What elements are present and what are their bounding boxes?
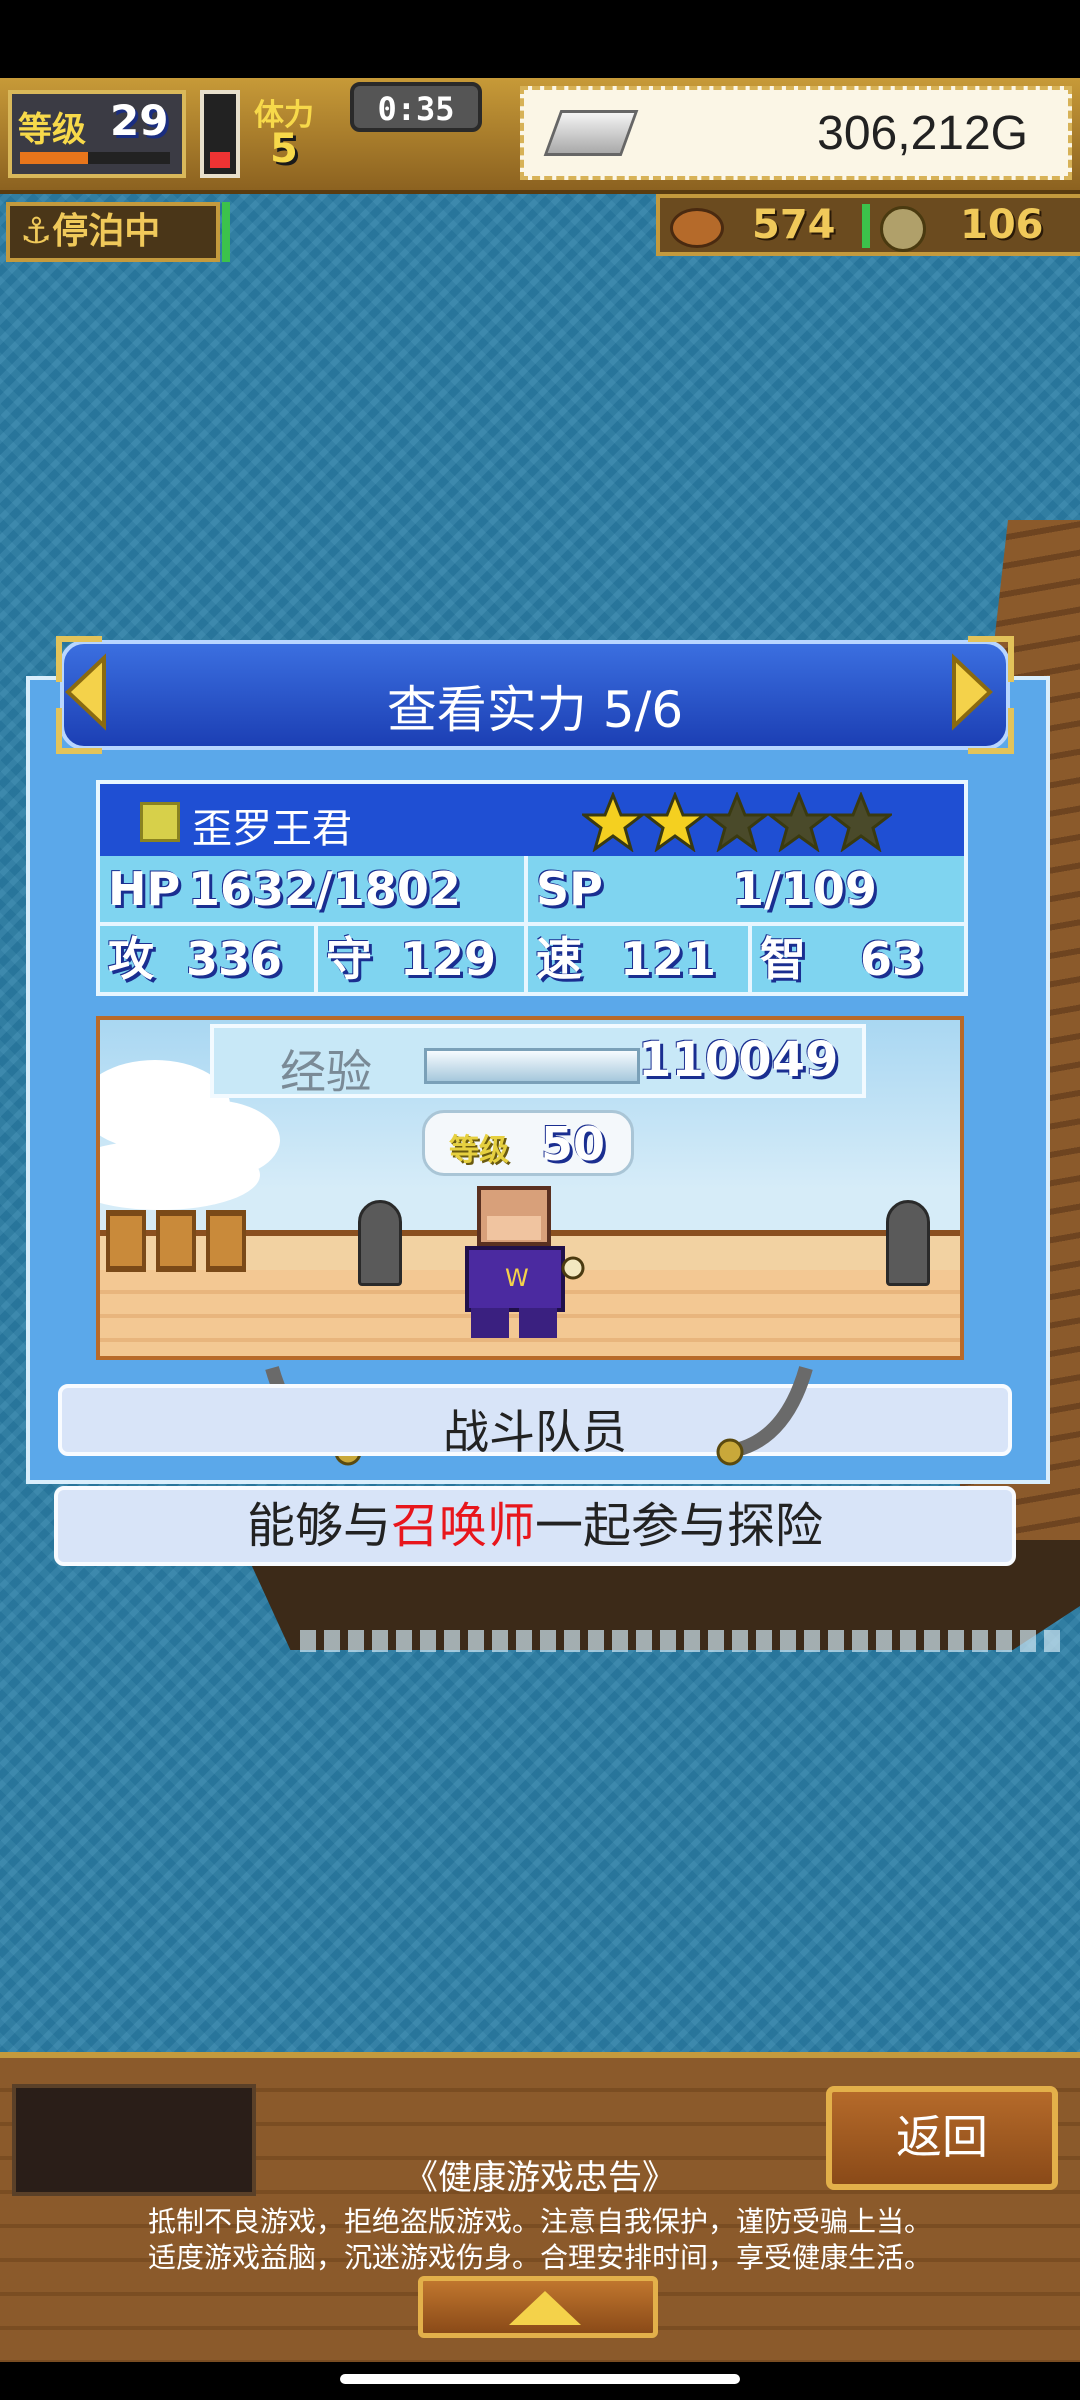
defense-label: 守 xyxy=(326,932,372,986)
resource-medal-value: 106 xyxy=(960,202,1044,248)
stamina-timer: 0:35 xyxy=(350,82,482,132)
stat-divider xyxy=(524,856,528,922)
level-progress-fill xyxy=(20,152,88,164)
barrel xyxy=(206,1210,246,1272)
level-tag: 等级 xyxy=(449,1133,509,1168)
panel-title-bar: 查看实力 5/6 xyxy=(60,640,1010,750)
resource-food-value: 574 xyxy=(752,202,836,248)
role-label: 战斗队员 xyxy=(443,1405,627,1459)
description-part: 能够与 xyxy=(246,1498,391,1554)
speed-label: 速 xyxy=(536,932,582,986)
cannon xyxy=(886,1200,930,1286)
resource-bar: 574 106 xyxy=(656,194,1080,256)
experience-value: 110049 xyxy=(638,1032,839,1088)
character-scene: W 经验 110049 等级 50 xyxy=(96,1016,964,1360)
dock-status: ⚓停泊中 xyxy=(6,202,220,262)
level-progress-bar xyxy=(20,152,170,164)
character-level: 50 xyxy=(541,1117,606,1171)
health-notice-line: 抵制不良游戏，拒绝盗版游戏。注意自我保护，谨防受骗上当。 xyxy=(147,2205,932,2238)
barrel xyxy=(106,1210,146,1272)
name-row: 歪罗王君 xyxy=(100,784,964,856)
experience-bar xyxy=(424,1048,640,1084)
description-highlight: 召唤师 xyxy=(390,1498,535,1554)
attack-label: 攻 xyxy=(108,932,154,986)
stamina-fill xyxy=(210,152,230,168)
intelligence-value: 63 xyxy=(860,932,925,986)
stats-table: 歪罗王君 HP 1632/1802 SP 1/109 攻 336 守 129 速… xyxy=(96,780,968,996)
experience-box: 经验 110049 xyxy=(210,1024,866,1099)
sp-label: SP xyxy=(536,862,603,916)
health-notice-title: 《健康游戏忠告》 xyxy=(404,2158,676,2198)
star-icon xyxy=(582,792,644,852)
barrel xyxy=(156,1210,196,1272)
cannon xyxy=(358,1200,402,1286)
star-icon xyxy=(644,792,706,852)
character-sprite: W xyxy=(465,1186,585,1338)
intelligence-label: 智 xyxy=(760,932,806,986)
panel-title: 查看实力 5/6 xyxy=(386,681,684,739)
svg-text:W: W xyxy=(505,1264,529,1292)
speed-value: 121 xyxy=(620,932,717,986)
star-icon xyxy=(706,792,768,852)
attribute-row: 攻 336 守 129 速 121 智 63 xyxy=(100,926,964,992)
experience-label: 经验 xyxy=(280,1045,372,1099)
bottom-bar: 返回 《健康游戏忠告》 抵制不良游戏，拒绝盗版游戏。注意自我保护，谨防受骗上当。… xyxy=(0,2052,1080,2368)
player-level: 29 xyxy=(110,96,169,145)
hp-value: 1632/1802 xyxy=(188,862,461,916)
star-icon xyxy=(830,792,892,852)
dock-indicator xyxy=(222,202,230,262)
player-level-box[interactable]: 等级 29 xyxy=(8,90,186,178)
stat-divider xyxy=(524,926,528,992)
status-bar xyxy=(0,0,1080,78)
description-part: 一起参与探险 xyxy=(535,1498,824,1554)
attack-value: 336 xyxy=(186,932,283,986)
up-arrow-icon xyxy=(509,2291,581,2325)
sword-right-icon xyxy=(716,1366,813,1466)
resource-separator xyxy=(862,204,870,248)
job-badge-icon xyxy=(140,802,180,842)
level-label: 等级 xyxy=(18,110,86,150)
star-icon xyxy=(768,792,830,852)
hp-label: HP xyxy=(108,862,181,916)
stamina-gauge xyxy=(200,90,240,178)
role-description: 能够与召唤师一起参与探险 xyxy=(54,1486,1016,1566)
gold-box[interactable]: 306,212G xyxy=(520,86,1072,180)
dock-status-label: 停泊中 xyxy=(52,211,161,252)
sp-value: 1/109 xyxy=(732,862,877,916)
stamina-value: 5 xyxy=(270,126,298,172)
previous-arrow-icon[interactable] xyxy=(64,652,108,732)
health-notice-line: 适度游戏益脑，沉迷游戏伤身。合理安排时间，享受健康生活。 xyxy=(147,2241,932,2274)
stat-divider xyxy=(314,926,318,992)
gold-amount: 306,212G xyxy=(817,107,1028,160)
role-plate: 战斗队员 xyxy=(58,1384,1012,1459)
expand-menu-button[interactable] xyxy=(418,2276,658,2338)
medal-icon xyxy=(880,206,926,252)
top-hud: 等级 29 体力 5 0:35 306,212G xyxy=(0,78,1080,194)
wave-foam xyxy=(300,1630,1060,1652)
silver-bar-icon xyxy=(543,110,639,156)
character-name: 歪罗王君 xyxy=(192,806,352,852)
stat-divider xyxy=(748,926,752,992)
hp-sp-row: HP 1632/1802 SP 1/109 xyxy=(100,856,964,926)
home-indicator[interactable] xyxy=(340,2374,740,2384)
next-arrow-icon[interactable] xyxy=(950,652,994,732)
food-icon xyxy=(670,208,724,248)
level-bubble: 等级 50 xyxy=(422,1110,634,1176)
defense-value: 129 xyxy=(400,932,497,986)
